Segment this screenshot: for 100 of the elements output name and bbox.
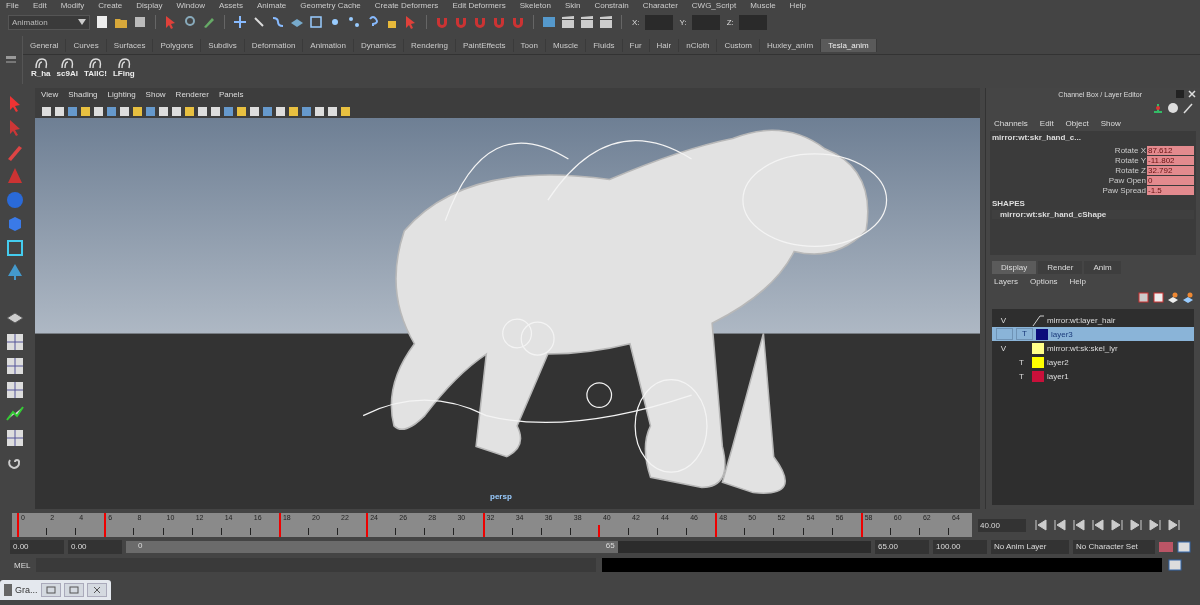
- shelf-tab[interactable]: Deformation: [244, 38, 304, 52]
- visibility-toggle[interactable]: V: [1000, 315, 1007, 325]
- layer-color-swatch[interactable]: [1032, 356, 1044, 368]
- menu-item[interactable]: Character: [642, 1, 678, 10]
- start-time-field[interactable]: 0.00: [10, 540, 64, 554]
- viewport-menu-item[interactable]: Lighting: [107, 90, 136, 102]
- menu-item[interactable]: Edit: [32, 1, 47, 10]
- menu-item[interactable]: Animate: [256, 1, 287, 10]
- shelf-tab[interactable]: Tesla_anim: [821, 38, 877, 52]
- menu-item[interactable]: Constrain: [594, 1, 629, 10]
- menu-item[interactable]: Edit Deformers: [452, 1, 506, 10]
- shelf-tab[interactable]: Animation: [303, 38, 354, 52]
- viewport-tool-icon[interactable]: [41, 105, 52, 117]
- shelf-tab[interactable]: nCloth: [679, 38, 718, 52]
- playback-button-icon[interactable]: [1129, 519, 1143, 531]
- character-set-dropdown[interactable]: No Character Set: [1073, 540, 1155, 554]
- channel-value-field[interactable]: 0: [1147, 175, 1194, 185]
- channel-value-field[interactable]: 87.612: [1147, 145, 1194, 155]
- layer-row[interactable]: V mirror:wt:sk:skel_lyr: [992, 341, 1194, 355]
- layer-menu-item[interactable]: Options: [1030, 277, 1058, 286]
- viewport-menu-item[interactable]: Show: [145, 90, 166, 102]
- shelf-tab[interactable]: Fluids: [586, 38, 623, 52]
- shelf-tab[interactable]: Subdivs: [201, 38, 245, 52]
- viewport-menu-item[interactable]: Shading: [68, 90, 98, 102]
- menu-item[interactable]: Skeleton: [519, 1, 551, 10]
- menu-item[interactable]: Display: [136, 1, 163, 10]
- shelf-tab[interactable]: Dynamics: [353, 38, 405, 52]
- viewport-tool-icon[interactable]: [184, 105, 195, 117]
- shelf-button[interactable]: sc9Al: [54, 57, 80, 78]
- viewport-tool-icon[interactable]: [327, 105, 338, 117]
- shelf-button[interactable]: TAllC!: [81, 57, 109, 78]
- playback-button-icon[interactable]: [1072, 519, 1086, 531]
- menu-item[interactable]: File: [6, 1, 19, 10]
- menu-item[interactable]: CWG_Script: [691, 1, 737, 10]
- layer-icon[interactable]: [1167, 291, 1179, 303]
- question-icon[interactable]: [366, 15, 380, 29]
- end-time-field[interactable]: 100.00: [933, 540, 987, 554]
- display-type-toggle[interactable]: T: [1019, 357, 1024, 367]
- shelf-tab[interactable]: Rendering: [404, 38, 456, 52]
- channel-menu-item[interactable]: Show: [1100, 119, 1121, 128]
- display-type-toggle[interactable]: T: [1019, 371, 1024, 381]
- mode-dropdown[interactable]: Animation: [8, 14, 90, 30]
- layer-icon[interactable]: [1137, 291, 1149, 303]
- coordinate-field[interactable]: [691, 14, 720, 30]
- menu-item[interactable]: Modify: [60, 1, 85, 10]
- viewport-tool-icon[interactable]: [288, 105, 299, 117]
- viewport-tool-icon[interactable]: [54, 105, 65, 117]
- file-icon[interactable]: [95, 15, 109, 29]
- viewport-menu-item[interactable]: Renderer: [175, 90, 209, 102]
- menu-item[interactable]: Create Deformers: [374, 1, 439, 10]
- layer-row[interactable]: T layer3: [992, 327, 1194, 341]
- command-language-label[interactable]: MEL: [14, 560, 31, 570]
- playback-start-field[interactable]: 0.00: [68, 540, 122, 554]
- shelf-tab[interactable]: Fur: [622, 38, 650, 52]
- grid-icon[interactable]: [5, 380, 25, 400]
- close-icon[interactable]: [1188, 90, 1196, 98]
- playback-button-icon[interactable]: [1110, 519, 1124, 531]
- anim-layer-dropdown[interactable]: No Anim Layer: [991, 540, 1069, 554]
- coordinate-field[interactable]: [644, 14, 673, 30]
- layer-color-swatch[interactable]: [1032, 370, 1044, 382]
- playback-button-icon[interactable]: [1053, 519, 1067, 531]
- visibility-toggle[interactable]: V: [1000, 343, 1007, 353]
- shelf-tab[interactable]: Curves: [66, 38, 107, 52]
- viewport-tool-icon[interactable]: [80, 105, 91, 117]
- minimized-window-tab[interactable]: Gra...: [0, 580, 111, 600]
- channel-value-field[interactable]: 32.792: [1147, 165, 1194, 175]
- tree-icon[interactable]: [5, 262, 25, 282]
- shelf-tab[interactable]: Toon: [513, 38, 546, 52]
- grid-icon[interactable]: [5, 356, 25, 376]
- viewport-tool-icon[interactable]: [197, 105, 208, 117]
- layer-color-swatch[interactable]: [1032, 342, 1044, 354]
- curve-icon[interactable]: [271, 15, 285, 29]
- channel-value-field[interactable]: -1.5: [1147, 185, 1194, 195]
- layer-tab[interactable]: Display: [992, 261, 1037, 274]
- box-icon[interactable]: [5, 238, 25, 258]
- layer-icon[interactable]: [1152, 291, 1164, 303]
- viewport-tool-icon[interactable]: [210, 105, 221, 117]
- coordinate-field[interactable]: [738, 14, 767, 30]
- axis-icon[interactable]: [1152, 102, 1164, 114]
- playback-button-icon[interactable]: [1167, 519, 1181, 531]
- viewport-tool-icon[interactable]: [132, 105, 143, 117]
- channel-value-field[interactable]: -11.802: [1147, 155, 1194, 165]
- dots-icon[interactable]: [347, 15, 361, 29]
- channel-menu-item[interactable]: Channels: [994, 119, 1028, 128]
- shelf-tab[interactable]: Hair: [649, 38, 680, 52]
- viewport-tool-icon[interactable]: [145, 105, 156, 117]
- menu-item[interactable]: Skin: [564, 1, 581, 10]
- layer-color-swatch[interactable]: [1036, 328, 1048, 340]
- playback-end-field[interactable]: 65.00: [875, 540, 929, 554]
- shelf-tab[interactable]: Custom: [717, 38, 760, 52]
- menu-item[interactable]: Window: [176, 1, 205, 10]
- menu-item[interactable]: Muscle: [750, 1, 776, 10]
- viewport-tool-icon[interactable]: [119, 105, 130, 117]
- menu-item[interactable]: Assets: [218, 1, 243, 10]
- shelf-tab[interactable]: PaintEffects: [456, 38, 514, 52]
- channel-menu-item[interactable]: Edit: [1039, 119, 1054, 128]
- playback-button-icon[interactable]: [1034, 519, 1048, 531]
- viewport-tool-icon[interactable]: [67, 105, 78, 117]
- layer-tab[interactable]: Anim: [1084, 261, 1121, 274]
- shelf-button[interactable]: LFing: [110, 57, 137, 78]
